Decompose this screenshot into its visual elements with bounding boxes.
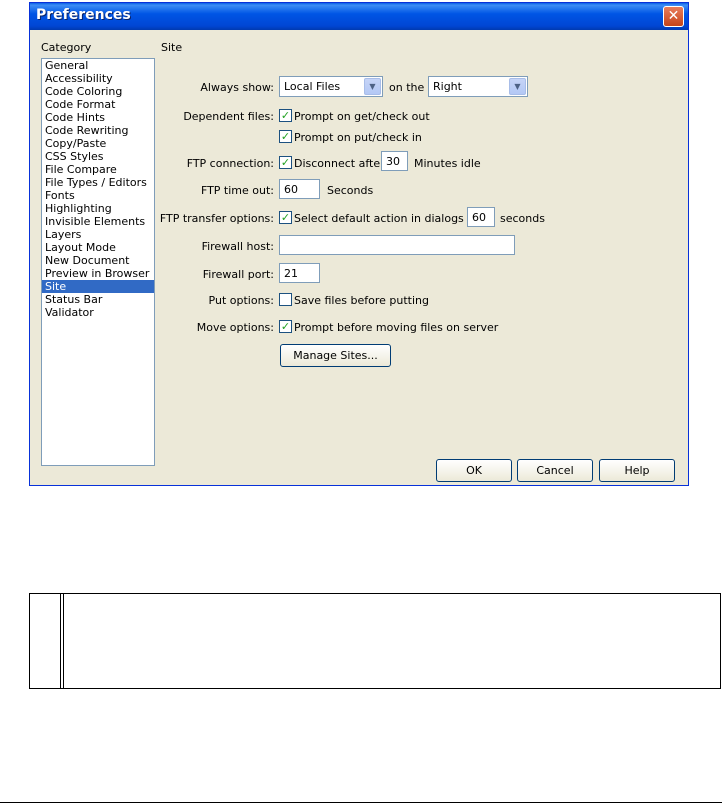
ftp-timeout-input[interactable]: 60 — [279, 179, 320, 199]
category-item[interactable]: Invisible Elements — [42, 215, 154, 228]
firewall-port-label: Firewall port: — [202, 268, 274, 281]
firewall-host-label: Firewall host: — [201, 240, 274, 253]
category-item[interactable]: Highlighting — [42, 202, 154, 215]
note-box — [29, 593, 721, 689]
always-show-value: Local Files — [284, 80, 341, 93]
category-list[interactable]: General Accessibility Code Coloring Code Fo… — [41, 58, 155, 466]
select-default-action-label: Select default action in dialogs after — [294, 212, 494, 225]
category-item[interactable]: Code Coloring — [42, 85, 154, 98]
save-before-putting-label: Save files before putting — [294, 294, 429, 307]
category-item[interactable]: Preview in Browser — [42, 267, 154, 280]
firewall-port-input[interactable]: 21 — [279, 263, 320, 283]
close-icon[interactable]: ✕ — [663, 6, 684, 27]
prompt-before-moving-checkbox[interactable]: ✓ — [279, 320, 292, 333]
prompt-get-checkout-checkbox[interactable]: ✓ — [279, 109, 292, 122]
cancel-button[interactable]: Cancel — [517, 459, 593, 482]
category-item[interactable]: Fonts — [42, 189, 154, 202]
chevron-down-icon[interactable]: ▼ — [364, 78, 381, 95]
category-item[interactable]: Validator — [42, 306, 154, 319]
dependent-files-label: Dependent files: — [183, 110, 274, 123]
note-box-right-cell — [63, 594, 720, 688]
side-value: Right — [433, 80, 462, 93]
category-item[interactable]: Code Format — [42, 98, 154, 111]
prompt-put-checkin-checkbox[interactable]: ✓ — [279, 130, 292, 143]
disconnect-after-checkbox[interactable]: ✓ — [279, 156, 292, 169]
preferences-dialog: Preferences ✕ Category General Accessibil… — [29, 2, 689, 486]
category-item[interactable]: Code Rewriting — [42, 124, 154, 137]
prompt-put-checkin-label: Prompt on put/check in — [294, 131, 422, 144]
category-item[interactable]: Accessibility — [42, 72, 154, 85]
title-bar[interactable]: Preferences ✕ — [30, 3, 688, 30]
category-item[interactable]: File Types / Editors — [42, 176, 154, 189]
put-options-label: Put options: — [208, 294, 274, 307]
disconnect-minutes-input[interactable]: 30 — [381, 151, 408, 171]
category-item[interactable]: Status Bar — [42, 293, 154, 306]
firewall-host-input[interactable] — [279, 235, 515, 255]
note-box-left-cell — [30, 594, 61, 688]
prompt-before-moving-label: Prompt before moving files on server — [294, 321, 499, 334]
category-item[interactable]: File Compare — [42, 163, 154, 176]
seconds-label: Seconds — [327, 184, 374, 197]
category-item[interactable]: Code Hints — [42, 111, 154, 124]
prompt-get-checkout-label: Prompt on get/check out — [294, 110, 430, 123]
category-item[interactable]: CSS Styles — [42, 150, 154, 163]
category-item[interactable]: Layers — [42, 228, 154, 241]
category-item[interactable]: Layout Mode — [42, 241, 154, 254]
minutes-idle-label: Minutes idle — [414, 157, 481, 170]
category-item[interactable]: Site — [42, 280, 154, 293]
always-show-label: Always show: — [200, 81, 274, 94]
disconnect-after-label: Disconnect after — [294, 157, 385, 170]
category-header: Category — [41, 41, 92, 54]
ftp-connection-label: FTP connection: — [186, 157, 274, 170]
always-show-select[interactable]: Local Files ▼ — [279, 76, 383, 97]
save-before-putting-checkbox[interactable] — [279, 293, 292, 306]
select-default-action-checkbox[interactable]: ✓ — [279, 211, 292, 224]
help-button[interactable]: Help — [599, 459, 675, 482]
default-action-seconds-input[interactable]: 60 — [467, 207, 495, 227]
side-select[interactable]: Right ▼ — [428, 76, 528, 97]
chevron-down-icon[interactable]: ▼ — [509, 78, 526, 95]
category-item[interactable]: Copy/Paste — [42, 137, 154, 150]
on-the-label: on the — [389, 81, 425, 94]
move-options-label: Move options: — [196, 321, 274, 334]
footer-divider — [0, 802, 722, 803]
ftp-timeout-label: FTP time out: — [200, 184, 274, 197]
category-item[interactable]: General — [42, 59, 154, 72]
site-header: Site — [161, 41, 183, 54]
manage-sites-button[interactable]: Manage Sites... — [280, 344, 391, 367]
seconds-lower-label: seconds — [500, 212, 545, 225]
ok-button[interactable]: OK — [436, 459, 512, 482]
category-item[interactable]: New Document — [42, 254, 154, 267]
ftp-transfer-label: FTP transfer options: — [159, 212, 274, 225]
dialog-title: Preferences — [36, 7, 131, 23]
